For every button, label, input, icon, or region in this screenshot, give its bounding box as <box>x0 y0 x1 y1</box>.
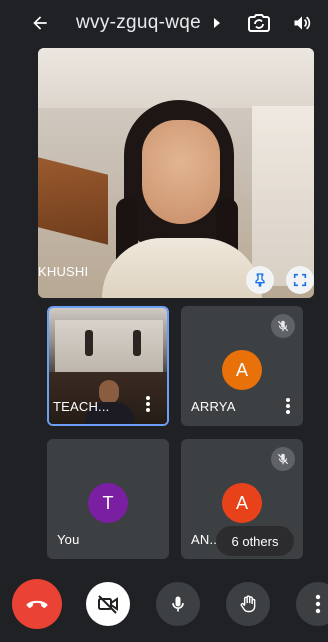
more-vert-icon[interactable] <box>145 396 151 412</box>
mic-off-badge <box>271 314 295 338</box>
video-background <box>38 157 108 245</box>
mic-off-icon <box>277 453 289 465</box>
participant-tile[interactable]: TEACH... <box>47 306 169 426</box>
back-button[interactable] <box>28 11 52 35</box>
mic-icon <box>172 596 184 612</box>
microphone-button[interactable] <box>156 582 200 626</box>
hand-icon <box>240 595 256 613</box>
raise-hand-button[interactable] <box>226 582 270 626</box>
avatar: T <box>88 483 128 523</box>
participant-name: You <box>57 532 80 547</box>
participant-tile[interactable]: A ARRYA <box>181 306 303 426</box>
video-background <box>55 320 163 372</box>
participant-tile[interactable]: T You <box>47 439 169 559</box>
video-background <box>38 48 314 108</box>
video-background <box>85 330 93 356</box>
fullscreen-button[interactable] <box>286 266 314 294</box>
pin-icon <box>255 273 265 287</box>
video-off-icon <box>98 595 118 614</box>
participant-name: AN.. <box>191 532 218 547</box>
main-video-tile[interactable]: KHUSHI <box>38 48 314 298</box>
call-controls <box>0 572 328 642</box>
video-person <box>142 120 220 224</box>
avatar: A <box>222 350 262 390</box>
speaker-button[interactable] <box>291 12 313 34</box>
top-bar: wvy-zguq-wqe <box>0 0 328 46</box>
mic-off-badge <box>271 447 295 471</box>
arrow-left-icon <box>33 16 47 30</box>
more-vert-icon <box>315 594 321 614</box>
camera-switch-icon <box>248 14 270 32</box>
camera-toggle-button[interactable] <box>86 582 130 626</box>
mic-off-icon <box>277 320 289 332</box>
more-vert-icon[interactable] <box>285 398 291 414</box>
participant-name: KHUSHI <box>38 264 89 279</box>
speaker-icon <box>294 16 311 30</box>
avatar: A <box>222 483 262 523</box>
caret-right-icon[interactable] <box>212 16 222 30</box>
switch-camera-button[interactable] <box>246 10 272 36</box>
video-background <box>133 330 141 356</box>
meeting-code[interactable]: wvy-zguq-wqe <box>76 12 201 34</box>
participant-name: TEACH... <box>53 399 110 414</box>
participant-name: ARRYA <box>191 399 236 414</box>
end-call-button[interactable] <box>12 579 62 629</box>
video-background <box>252 106 314 286</box>
others-count-chip[interactable]: 6 others <box>216 526 294 556</box>
phone-hangup-icon <box>26 600 48 609</box>
pin-button[interactable] <box>246 266 274 294</box>
more-options-button[interactable] <box>296 582 328 626</box>
fullscreen-icon <box>293 273 307 287</box>
